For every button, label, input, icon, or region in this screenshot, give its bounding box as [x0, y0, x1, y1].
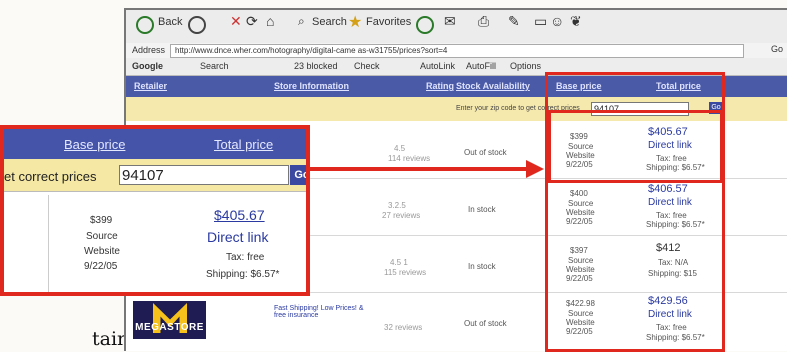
rating: 3.2.5 — [388, 201, 406, 210]
store-info: Fast Shipping! Low Prices! & free insura… — [274, 305, 364, 319]
rating: 4.5 — [394, 144, 406, 153]
url-field[interactable]: http://www.dnce.wher.com/hotography/digi… — [170, 44, 744, 58]
browser-toolbar: Back ✕ ⟳ ⌂ ⌕ Search ★ Favorites ✉ ⎙ ✎ ▭ … — [126, 10, 787, 44]
zoom-base-source: Source — [86, 231, 118, 242]
zoom-go-button[interactable]: Go — [290, 165, 306, 185]
zoom-zip-prompt: et correct prices — [4, 169, 97, 184]
research-icon[interactable]: ❦ — [570, 13, 582, 30]
callout-arrow-head-icon — [526, 160, 544, 178]
zoom-base-website: Website — [84, 246, 120, 257]
back-button[interactable]: Back — [158, 16, 182, 28]
megastore-logo[interactable]: MEGASTORE — [133, 301, 206, 339]
favorites-button[interactable]: Favorites — [366, 16, 411, 28]
popups-blocked[interactable]: 23 blocked — [294, 61, 338, 71]
mail-icon[interactable]: ✉ — [444, 13, 456, 30]
header-rating[interactable]: Rating — [426, 81, 454, 91]
zoom-total-price-header[interactable]: Total price — [214, 137, 273, 152]
google-logo[interactable]: Google — [132, 61, 163, 71]
spell-check-button[interactable]: Check — [354, 61, 380, 71]
stock-status: Out of stock — [464, 319, 507, 328]
back-arrow-icon[interactable] — [136, 16, 154, 34]
options-button[interactable]: Options — [510, 61, 541, 71]
search-button[interactable]: Search — [312, 16, 347, 28]
stop-icon[interactable]: ✕ — [230, 13, 242, 30]
autofill-button[interactable]: AutoFill — [466, 61, 496, 71]
search-icon[interactable]: ⌕ — [298, 14, 305, 29]
messenger-icon[interactable]: ☺ — [550, 13, 564, 29]
autolink-button[interactable]: AutoLink — [420, 61, 455, 71]
zoom-base-price: $399 — [90, 215, 113, 226]
print-icon[interactable]: ⎙ — [478, 13, 489, 30]
zoom-zip-bar: et correct prices 94107 Go — [4, 159, 306, 192]
reviews-link[interactable]: 32 reviews — [384, 323, 422, 332]
zoom-tax-info: Tax: free — [226, 252, 265, 263]
stock-status: In stock — [468, 262, 496, 271]
address-bar: Address http://www.dnce.wher.com/hotogra… — [126, 43, 787, 58]
zoom-header: Base price Total price — [4, 129, 306, 159]
megastore-logo-text: MEGASTORE — [135, 322, 204, 333]
reviews-link[interactable]: 27 reviews — [382, 211, 420, 220]
zoom-divider — [48, 195, 49, 292]
stock-status: Out of stock — [464, 148, 507, 157]
reviews-link[interactable]: 115 reviews — [384, 268, 426, 277]
zoom-shipping-info: Shipping: $6.57* — [206, 269, 280, 280]
history-icon[interactable] — [416, 16, 434, 34]
zoom-zip-input[interactable]: 94107 — [119, 165, 289, 185]
reviews-link[interactable]: 114 reviews — [388, 154, 430, 163]
zoom-callout: Base price Total price et correct prices… — [0, 125, 310, 296]
google-search-button[interactable]: Search — [200, 61, 229, 71]
callout-arrow-line — [300, 167, 528, 171]
zoom-total-price: $405.67 — [214, 207, 265, 223]
header-retailer[interactable]: Retailer — [134, 81, 167, 91]
stock-status: In stock — [468, 205, 496, 214]
discuss-icon[interactable]: ▭ — [534, 13, 547, 30]
home-icon[interactable]: ⌂ — [266, 13, 274, 29]
edit-icon[interactable]: ✎ — [508, 13, 520, 30]
forward-arrow-icon[interactable] — [188, 16, 206, 34]
rating: 4.5 1 — [390, 258, 408, 267]
header-store-info[interactable]: Store Information — [274, 81, 349, 91]
price-cell-highlight — [548, 110, 723, 183]
header-stock[interactable]: Stock Availability — [456, 81, 530, 91]
zoom-base-date: 9/22/05 — [84, 261, 118, 272]
address-label: Address — [132, 45, 166, 55]
favorites-star-icon[interactable]: ★ — [348, 12, 362, 32]
zoom-direct-link[interactable]: Direct link — [207, 229, 268, 245]
refresh-icon[interactable]: ⟳ — [246, 13, 258, 30]
zoom-base-price-header[interactable]: Base price — [64, 137, 125, 152]
go-button[interactable]: Go — [771, 44, 783, 54]
